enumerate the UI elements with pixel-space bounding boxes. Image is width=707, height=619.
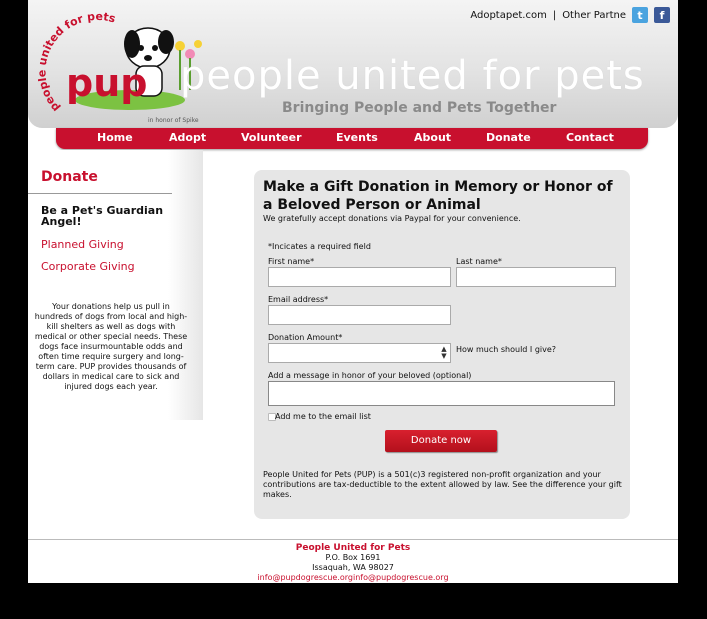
page: Adoptapet.com | Other Partne t f people … [28, 0, 678, 583]
nav-about[interactable]: About [414, 131, 451, 144]
required-note: *Incicates a required field [268, 242, 371, 251]
donate-now-button[interactable]: Donate now [385, 430, 497, 452]
sidebar-item-corporate-giving[interactable]: Corporate Giving [41, 260, 135, 273]
form-subtitle: We gratefully accept donations via Paypa… [263, 214, 521, 223]
last-name-input[interactable] [456, 267, 616, 287]
sidebar-item-planned-giving[interactable]: Planned Giving [41, 238, 124, 251]
first-name-label: First name* [268, 257, 315, 266]
footer-city: Issaquah, WA 98027 [312, 563, 394, 572]
separator: | [552, 9, 557, 21]
sidebar: Donate Be a Pet's Guardian Angel! Planne… [28, 150, 203, 420]
first-name-input[interactable] [268, 267, 451, 287]
footer-org-name: People United for Pets [295, 543, 411, 553]
last-name-label: Last name* [456, 257, 502, 266]
sidebar-divider [28, 193, 172, 194]
message-textarea[interactable] [268, 381, 615, 406]
logo-honor-text: in honor of Spike [148, 117, 199, 124]
email-list-label: Add me to the email list [275, 412, 371, 421]
donation-amount-input[interactable]: ▲ ▼ [268, 343, 451, 363]
nav-home[interactable]: Home [97, 131, 133, 144]
facebook-icon[interactable]: f [654, 7, 670, 23]
form-title: Make a Gift Donation in Memory or Honor … [263, 179, 613, 213]
main-nav: Home Adopt Volunteer Events About Donate… [56, 128, 648, 149]
message-label: Add a message in honor of your beloved (… [268, 371, 472, 380]
site-name: people united for pets [180, 53, 645, 99]
sidebar-blurb: Your donations help us pull in hundreds … [34, 302, 188, 391]
footer: People United for Pets P.O. Box 1691 Iss… [28, 543, 678, 583]
adoptapet-link[interactable]: Adoptapet.com [470, 10, 546, 21]
footer-email-link[interactable]: info@pupdogrescue.orginfo@pupdogrescue.o… [28, 573, 678, 583]
nav-donate[interactable]: Donate [486, 131, 531, 144]
top-links: Adoptapet.com | Other Partne t f [470, 7, 670, 23]
amount-stepper-icon[interactable]: ▲ ▼ [440, 346, 448, 360]
header: Adoptapet.com | Other Partne t f people … [28, 0, 678, 128]
how-much-link[interactable]: How much should I give? [456, 345, 556, 354]
sidebar-item-guardian-angel[interactable]: Be a Pet's Guardian Angel! [41, 205, 181, 227]
twitter-icon[interactable]: t [632, 7, 648, 23]
site-tagline: Bringing People and Pets Together [282, 100, 557, 116]
nav-volunteer[interactable]: Volunteer [241, 131, 302, 144]
logo-letters: pup [66, 61, 147, 105]
footer-po-box: P.O. Box 1691 [325, 553, 381, 562]
amount-label: Donation Amount* [268, 333, 343, 342]
nav-adopt[interactable]: Adopt [169, 131, 206, 144]
nav-contact[interactable]: Contact [566, 131, 614, 144]
nav-events[interactable]: Events [336, 131, 378, 144]
tax-disclaimer: People United for Pets (PUP) is a 501(c)… [263, 470, 622, 499]
sidebar-title: Donate [41, 169, 98, 185]
email-label: Email address* [268, 295, 329, 304]
donation-form: Make a Gift Donation in Memory or Honor … [254, 170, 630, 519]
email-input[interactable] [268, 305, 451, 325]
footer-divider [28, 539, 678, 540]
other-partners-link[interactable]: Other Partne [562, 10, 626, 21]
